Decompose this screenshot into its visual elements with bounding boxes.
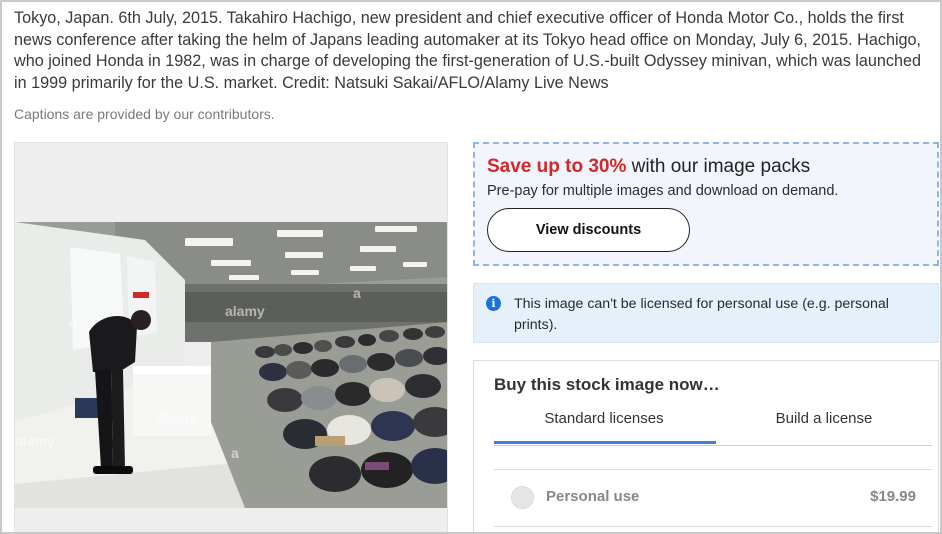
view-discounts-button[interactable]: View discounts (487, 208, 690, 252)
caption-note: Captions are provided by our contributor… (14, 106, 275, 122)
tab-standard-licenses[interactable]: Standard licenses (494, 410, 714, 427)
promo-subtitle: Pre-pay for multiple images and download… (487, 183, 839, 199)
license-label: Personal use (546, 488, 640, 505)
stock-photo[interactable]: a alamy a alamy a alamy (15, 222, 447, 508)
image-panel-footer (15, 508, 447, 532)
buy-title: Buy this stock image now… (494, 375, 720, 394)
svg-text:a: a (231, 445, 239, 461)
license-price: $19.99 (870, 488, 916, 505)
image-pack-promo: Save up to 30% with our image packs Pre-… (473, 142, 939, 266)
promo-accent: Save up to 30% (487, 156, 627, 177)
active-tab-indicator (494, 441, 716, 444)
svg-text:alamy: alamy (157, 409, 197, 425)
license-tabs: Standard licenses Build a license (494, 401, 932, 446)
image-caption: Tokyo, Japan. 6th July, 2015. Takahiro H… (14, 9, 922, 92)
promo-title-rest: with our image packs (626, 156, 811, 177)
svg-text:a: a (353, 285, 361, 301)
tab-build-a-license[interactable]: Build a license (714, 410, 934, 427)
promo-title: Save up to 30% with our image packs (487, 156, 810, 178)
photo-illustration: a alamy a alamy a alamy (15, 222, 447, 508)
info-icon: i (486, 296, 501, 311)
image-viewer: a alamy a alamy a alamy (14, 142, 448, 532)
svg-text:alamy: alamy (15, 433, 55, 449)
notice-text: This image can't be licensed for persona… (514, 296, 889, 333)
license-radio[interactable] (511, 486, 534, 509)
license-option-personal-use[interactable]: Personal use $19.99 (494, 469, 932, 527)
buy-panel: Buy this stock image now… Standard licen… (473, 360, 939, 532)
page-frame: Tokyo, Japan. 6th July, 2015. Takahiro H… (0, 0, 942, 534)
svg-text:a: a (69, 313, 77, 329)
license-restriction-notice: i This image can't be licensed for perso… (473, 283, 939, 343)
svg-text:alamy: alamy (225, 303, 265, 319)
